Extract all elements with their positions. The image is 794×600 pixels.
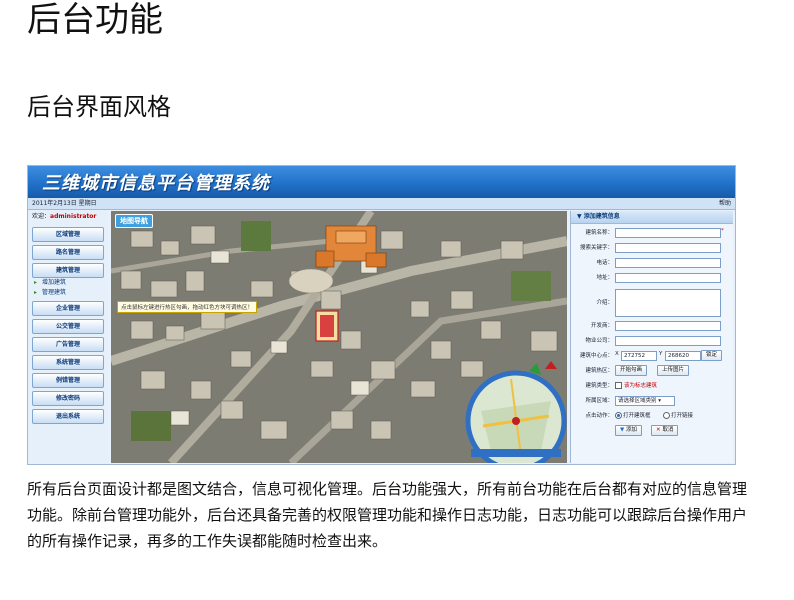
radio-open-link[interactable] (663, 412, 670, 419)
label-region: 所属区域： (585, 398, 613, 404)
menu-item-building[interactable]: 建筑管理 (32, 263, 104, 278)
menu-item-logout[interactable]: 退出系统 (32, 409, 104, 424)
menu-item-bus[interactable]: 公交管理 (32, 319, 104, 334)
city-map-graphic (111, 211, 567, 463)
required-mark: * (721, 228, 724, 234)
menu-item-error[interactable]: 例错管理 (32, 373, 104, 388)
admin-menu: 欢迎：administrator 区域管理 路名管理 建筑管理 增加建筑 管理建… (28, 210, 108, 464)
draw-hotspot-button[interactable]: 开始勾画 (615, 365, 648, 376)
label-property: 物业公司： (585, 338, 613, 344)
menu-item-enterprise[interactable]: 企业管理 (32, 301, 104, 316)
input-center-x[interactable]: 272752 (621, 351, 657, 361)
menu-item-road[interactable]: 路名管理 (32, 245, 104, 260)
label-action: 点击动作： (585, 413, 613, 419)
menu-item-region[interactable]: 区域管理 (32, 227, 104, 242)
map-nav-button[interactable]: 地图导航 (115, 214, 153, 228)
building-form: ▼ 添加建筑信息 建筑名称： * 搜索关键字： 电话： 地址： 介绍： 开发商：… (570, 211, 733, 463)
date-bar: 2011年2月13日 星期日 帮助 (28, 198, 735, 210)
cancel-button[interactable]: ✕ 取消 (651, 425, 679, 436)
add-button[interactable]: ▼ 添加 (615, 425, 642, 436)
welcome-text: 欢迎：administrator (32, 213, 97, 220)
city-3d-map[interactable]: 地图导航 点击鼠标左键进行热区勾画，拖动红色方块可调热区！ (111, 211, 567, 463)
label-building-name: 建筑名称： (585, 230, 613, 236)
label-type: 建筑类型： (585, 383, 613, 389)
system-banner: 三维城市信息平台管理系统 (28, 166, 735, 198)
upload-image-button[interactable]: 上传图片 (657, 365, 690, 376)
textarea-intro[interactable] (615, 289, 721, 317)
help-link[interactable]: 帮助 (719, 198, 731, 209)
menu-item-password[interactable]: 修改密码 (32, 391, 104, 406)
label-hotspot: 建筑热区： (585, 368, 613, 374)
label-address: 地址： (596, 275, 613, 281)
label-keywords: 搜索关键字： (579, 245, 613, 251)
label-developer: 开发商： (590, 323, 613, 329)
label-center-point: 建筑中心点： (579, 353, 613, 359)
description-paragraph: 所有后台页面设计都是图文结合，信息可视化管理。后台功能强大，所有前台功能在后台都… (27, 480, 748, 550)
landmark-checkbox[interactable] (615, 382, 622, 389)
input-center-y[interactable]: 268620 (665, 351, 701, 361)
page-title: 后台功能 (27, 0, 163, 40)
map-hint: 点击鼠标左键进行热区勾画，拖动红色方块可调热区！ (117, 301, 258, 313)
input-address[interactable] (615, 273, 721, 283)
radio-open-building[interactable] (615, 412, 622, 419)
menu-item-system[interactable]: 系统管理 (32, 355, 104, 370)
input-developer[interactable] (615, 321, 721, 331)
submenu-manage-building[interactable]: 管理建筑 (28, 288, 108, 298)
form-title: ▼ 添加建筑信息 (571, 211, 733, 224)
submenu-add-building[interactable]: 增加建筑 (28, 278, 108, 288)
system-title: 三维城市信息平台管理系统 (42, 173, 270, 194)
locate-button[interactable]: 锁定 (701, 350, 723, 361)
input-property[interactable] (615, 336, 721, 346)
label-intro: 介绍： (596, 300, 613, 306)
label-phone: 电话： (596, 260, 613, 266)
section-title: 后台界面风格 (27, 93, 171, 121)
welcome-user: administrator (50, 213, 97, 220)
input-keywords[interactable] (615, 243, 721, 253)
admin-screenshot: 三维城市信息平台管理系统 2011年2月13日 星期日 帮助 欢迎：admini… (27, 165, 736, 465)
menu-item-ads[interactable]: 广告管理 (32, 337, 104, 352)
current-date: 2011年2月13日 星期日 (32, 200, 97, 207)
input-building-name[interactable] (615, 228, 721, 238)
region-select[interactable]: 请选择区域类别 ▾ (615, 396, 675, 406)
input-phone[interactable] (615, 258, 721, 268)
